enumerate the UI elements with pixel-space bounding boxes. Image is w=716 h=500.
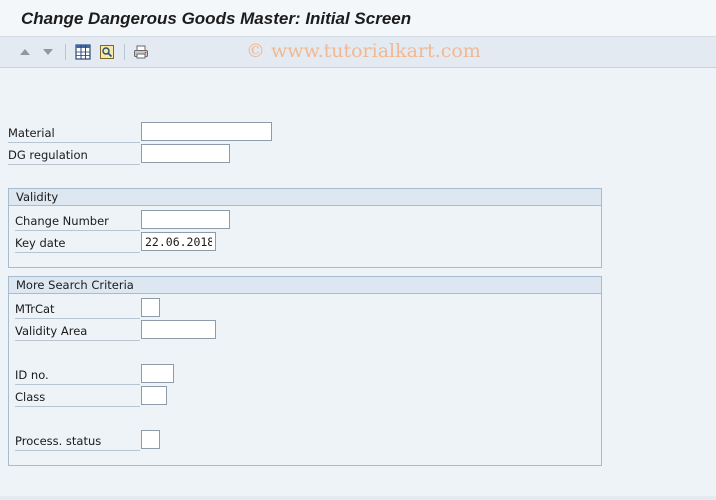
id-no-label: ID no. <box>15 365 140 385</box>
key-date-input[interactable] <box>141 232 216 251</box>
material-input[interactable] <box>141 122 272 141</box>
id-no-input[interactable] <box>141 364 174 383</box>
mtrcat-label: MTrCat <box>15 299 140 319</box>
validity-group-title: Validity <box>9 189 601 206</box>
arrow-up-icon[interactable] <box>16 43 34 61</box>
change-number-input[interactable] <box>141 210 230 229</box>
change-number-label: Change Number <box>15 211 140 231</box>
table-icon[interactable] <box>74 43 92 61</box>
overview-icon[interactable] <box>98 43 116 61</box>
status-bar <box>0 496 716 500</box>
class-label: Class <box>15 387 140 407</box>
search-criteria-group-title: More Search Criteria <box>9 277 601 294</box>
material-label: Material <box>8 123 140 143</box>
toolbar-separator <box>65 44 66 60</box>
toolbar-separator <box>124 44 125 60</box>
dg-regulation-label: DG regulation <box>8 145 140 165</box>
validity-area-label: Validity Area <box>15 321 140 341</box>
arrow-down-icon[interactable] <box>39 43 57 61</box>
dg-regulation-input[interactable] <box>141 144 230 163</box>
page-title: Change Dangerous Goods Master: Initial S… <box>21 9 412 28</box>
validity-area-input[interactable] <box>141 320 216 339</box>
print-icon[interactable] <box>132 43 150 61</box>
key-date-label: Key date <box>15 233 140 253</box>
mtrcat-input[interactable] <box>141 298 160 317</box>
process-status-input[interactable] <box>141 430 160 449</box>
title-bar: Change Dangerous Goods Master: Initial S… <box>0 0 716 37</box>
watermark-text: © www.tutorialkart.com <box>246 40 481 62</box>
process-status-label: Process. status <box>15 431 140 451</box>
class-input[interactable] <box>141 386 167 405</box>
